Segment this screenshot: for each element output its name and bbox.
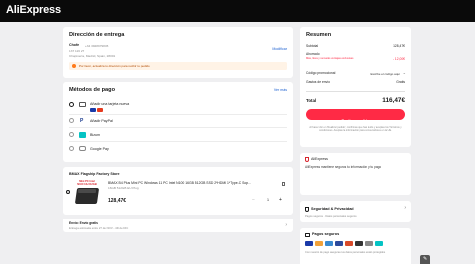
product-price: 128,47€	[108, 198, 127, 204]
summary-title: Resumen	[306, 32, 332, 38]
divider	[69, 114, 287, 115]
security-privacy-card[interactable]: Seguridad & Privacidad › Pagos seguros ·…	[300, 201, 411, 222]
payment-option-card[interactable]: Añadir una tarjeta nueva	[69, 100, 287, 112]
payment-see-more[interactable]: Ver más	[274, 88, 287, 92]
security-text: Pagos seguros · Datos personales seguros	[305, 215, 357, 218]
radio-bizum[interactable]	[69, 132, 74, 137]
order-summary-card: Resumen Subtotal 128,47€ Ahorrado - 12,0…	[300, 27, 411, 147]
quantity-value[interactable]: 1	[267, 198, 269, 202]
paypal-icon	[335, 241, 343, 246]
payment-title: Métodos de pago	[69, 87, 115, 93]
recipient-name: Chofe	[69, 43, 80, 47]
savings-label: Ahorrado	[306, 52, 320, 56]
secure-payments-card: Pagos seguros Con nuestro de pago asegur…	[300, 228, 411, 264]
paypal-icon: P	[80, 117, 84, 124]
payment-option-label: Añadir PayPal	[90, 118, 113, 123]
shield-icon	[305, 157, 309, 162]
recipient-phone: +34 3928979845	[85, 43, 109, 48]
delivery-address-card: Dirección de entrega Chofe +34 392897984…	[63, 27, 293, 78]
card-icon	[305, 233, 310, 237]
savings-value: - 12,00€	[392, 57, 405, 61]
payment-option-label: Bizum	[90, 132, 100, 137]
savings-note: Más, lleva y sumarás ventajas exclusivas	[306, 57, 354, 60]
increase-quantity-button[interactable]: +	[279, 197, 282, 203]
maestro-icon	[345, 241, 353, 246]
total-value: 116,47€	[382, 96, 405, 104]
pencil-icon: ✎	[423, 256, 428, 262]
shipping-option[interactable]: Envío: Envío gratis Entrega estimada ent…	[63, 219, 293, 232]
google-pay-icon	[79, 146, 86, 151]
chevron-right-icon: ›	[404, 205, 406, 211]
store-name[interactable]: BMAX Flagship Factory Store	[69, 172, 120, 176]
product-badge-line-2: N100 16+512GB	[77, 183, 97, 187]
shipping-cost-label: Gastos de envío	[306, 80, 331, 84]
mini-pc-top	[78, 189, 96, 193]
product-image[interactable]: Mini PC Intel N100 16+512GB	[72, 180, 102, 211]
payment-option-paypal[interactable]: P Añadir PayPal	[69, 117, 287, 125]
aliexpress-logo[interactable]: AliExpress	[6, 4, 61, 16]
google-pay-icon	[365, 241, 373, 246]
payment-option-googlepay[interactable]: Google Pay	[69, 145, 287, 153]
payment-option-bizum[interactable]: Bizum	[69, 131, 287, 139]
divider	[69, 127, 287, 128]
payment-logos	[305, 241, 405, 247]
place-order-button[interactable]: Realizar pedido	[306, 109, 405, 123]
subtotal-value: 128,47€	[393, 44, 405, 48]
trust-text: AliExpress mantiene seguros tu informaci…	[305, 165, 382, 169]
mastercard-icon	[315, 241, 323, 246]
trust-title: AliExpress	[311, 157, 328, 161]
bizum-icon	[79, 131, 86, 138]
delivery-title: Dirección de entrega	[69, 32, 125, 38]
legal-notice: Al hacer clic en 'Realizar pedido', conf…	[309, 126, 402, 133]
warning-text: Por favor, actualiza tu dirección para r…	[79, 64, 150, 68]
security-title: Seguridad & Privacidad	[311, 207, 354, 211]
divider	[69, 141, 287, 142]
store-card: BMAX Flagship Factory Store Mini PC Inte…	[63, 167, 293, 215]
radio-paypal[interactable]	[69, 118, 74, 123]
credit-card-icon	[79, 102, 86, 107]
subtotal-label: Subtotal	[306, 44, 319, 48]
apple-pay-icon	[355, 241, 363, 246]
address-line-1: 137 116 27	[69, 49, 85, 53]
secure-payments-text: Con nuestro de pago aseguras tus datos p…	[305, 251, 386, 254]
floating-edit-button[interactable]: ✎	[420, 255, 430, 264]
shipping-detail: Entrega estimada entre 27 de NOV - 4D de…	[69, 226, 129, 230]
chevron-down-icon: ⌄	[402, 69, 406, 75]
promo-code-input[interactable]: Escribe el código aquí	[370, 72, 400, 76]
product-variant[interactable]: 16GB 512GB EU Plug	[108, 186, 139, 190]
amex-icon	[325, 241, 333, 246]
payment-option-label: Google Pay	[90, 146, 109, 151]
chevron-right-icon: ›	[285, 222, 287, 228]
mastercard-icon	[97, 108, 103, 112]
shipping-label: Envío: Envío gratis	[69, 221, 98, 225]
payment-option-label: Añadir una tarjeta nueva	[90, 102, 130, 107]
total-label: Total	[306, 98, 317, 103]
address-line-2: Chapinería, Madrid, Spain, 28001	[69, 54, 116, 58]
aliexpress-trust-card: AliExpress AliExpress mantiene seguros t…	[300, 153, 411, 195]
warning-icon	[72, 63, 76, 68]
quantity-stepper: − 1 +	[252, 197, 286, 204]
product-title[interactable]: BMAX B4 Plus Mini PC Windows 11 PC Intel…	[108, 181, 288, 185]
card-brand-logos	[90, 108, 114, 112]
radio-googlepay[interactable]	[69, 146, 74, 151]
address-warning: Por favor, actualiza tu dirección para r…	[69, 62, 287, 70]
place-order-label: Realizar pedido	[341, 119, 370, 123]
decrease-quantity-button[interactable]: −	[252, 197, 255, 203]
shipping-cost-value: Gratis	[396, 80, 405, 84]
divider	[306, 91, 405, 92]
payment-methods-card: Métodos de pago Ver más Añadir una tarje…	[63, 82, 293, 162]
secure-payments-title: Pagos seguros	[312, 232, 340, 236]
visa-icon	[305, 241, 313, 246]
radio-card[interactable]	[69, 102, 74, 107]
top-bar: AliExpress	[0, 0, 475, 22]
shield-check-icon	[305, 207, 309, 212]
visa-icon	[90, 108, 96, 112]
delete-icon[interactable]	[282, 182, 285, 186]
product-checkbox[interactable]	[66, 190, 70, 194]
promo-code-label: Código promocional	[306, 71, 336, 75]
bizum-icon	[375, 241, 383, 246]
edit-address-link[interactable]: Modificar	[272, 47, 287, 51]
